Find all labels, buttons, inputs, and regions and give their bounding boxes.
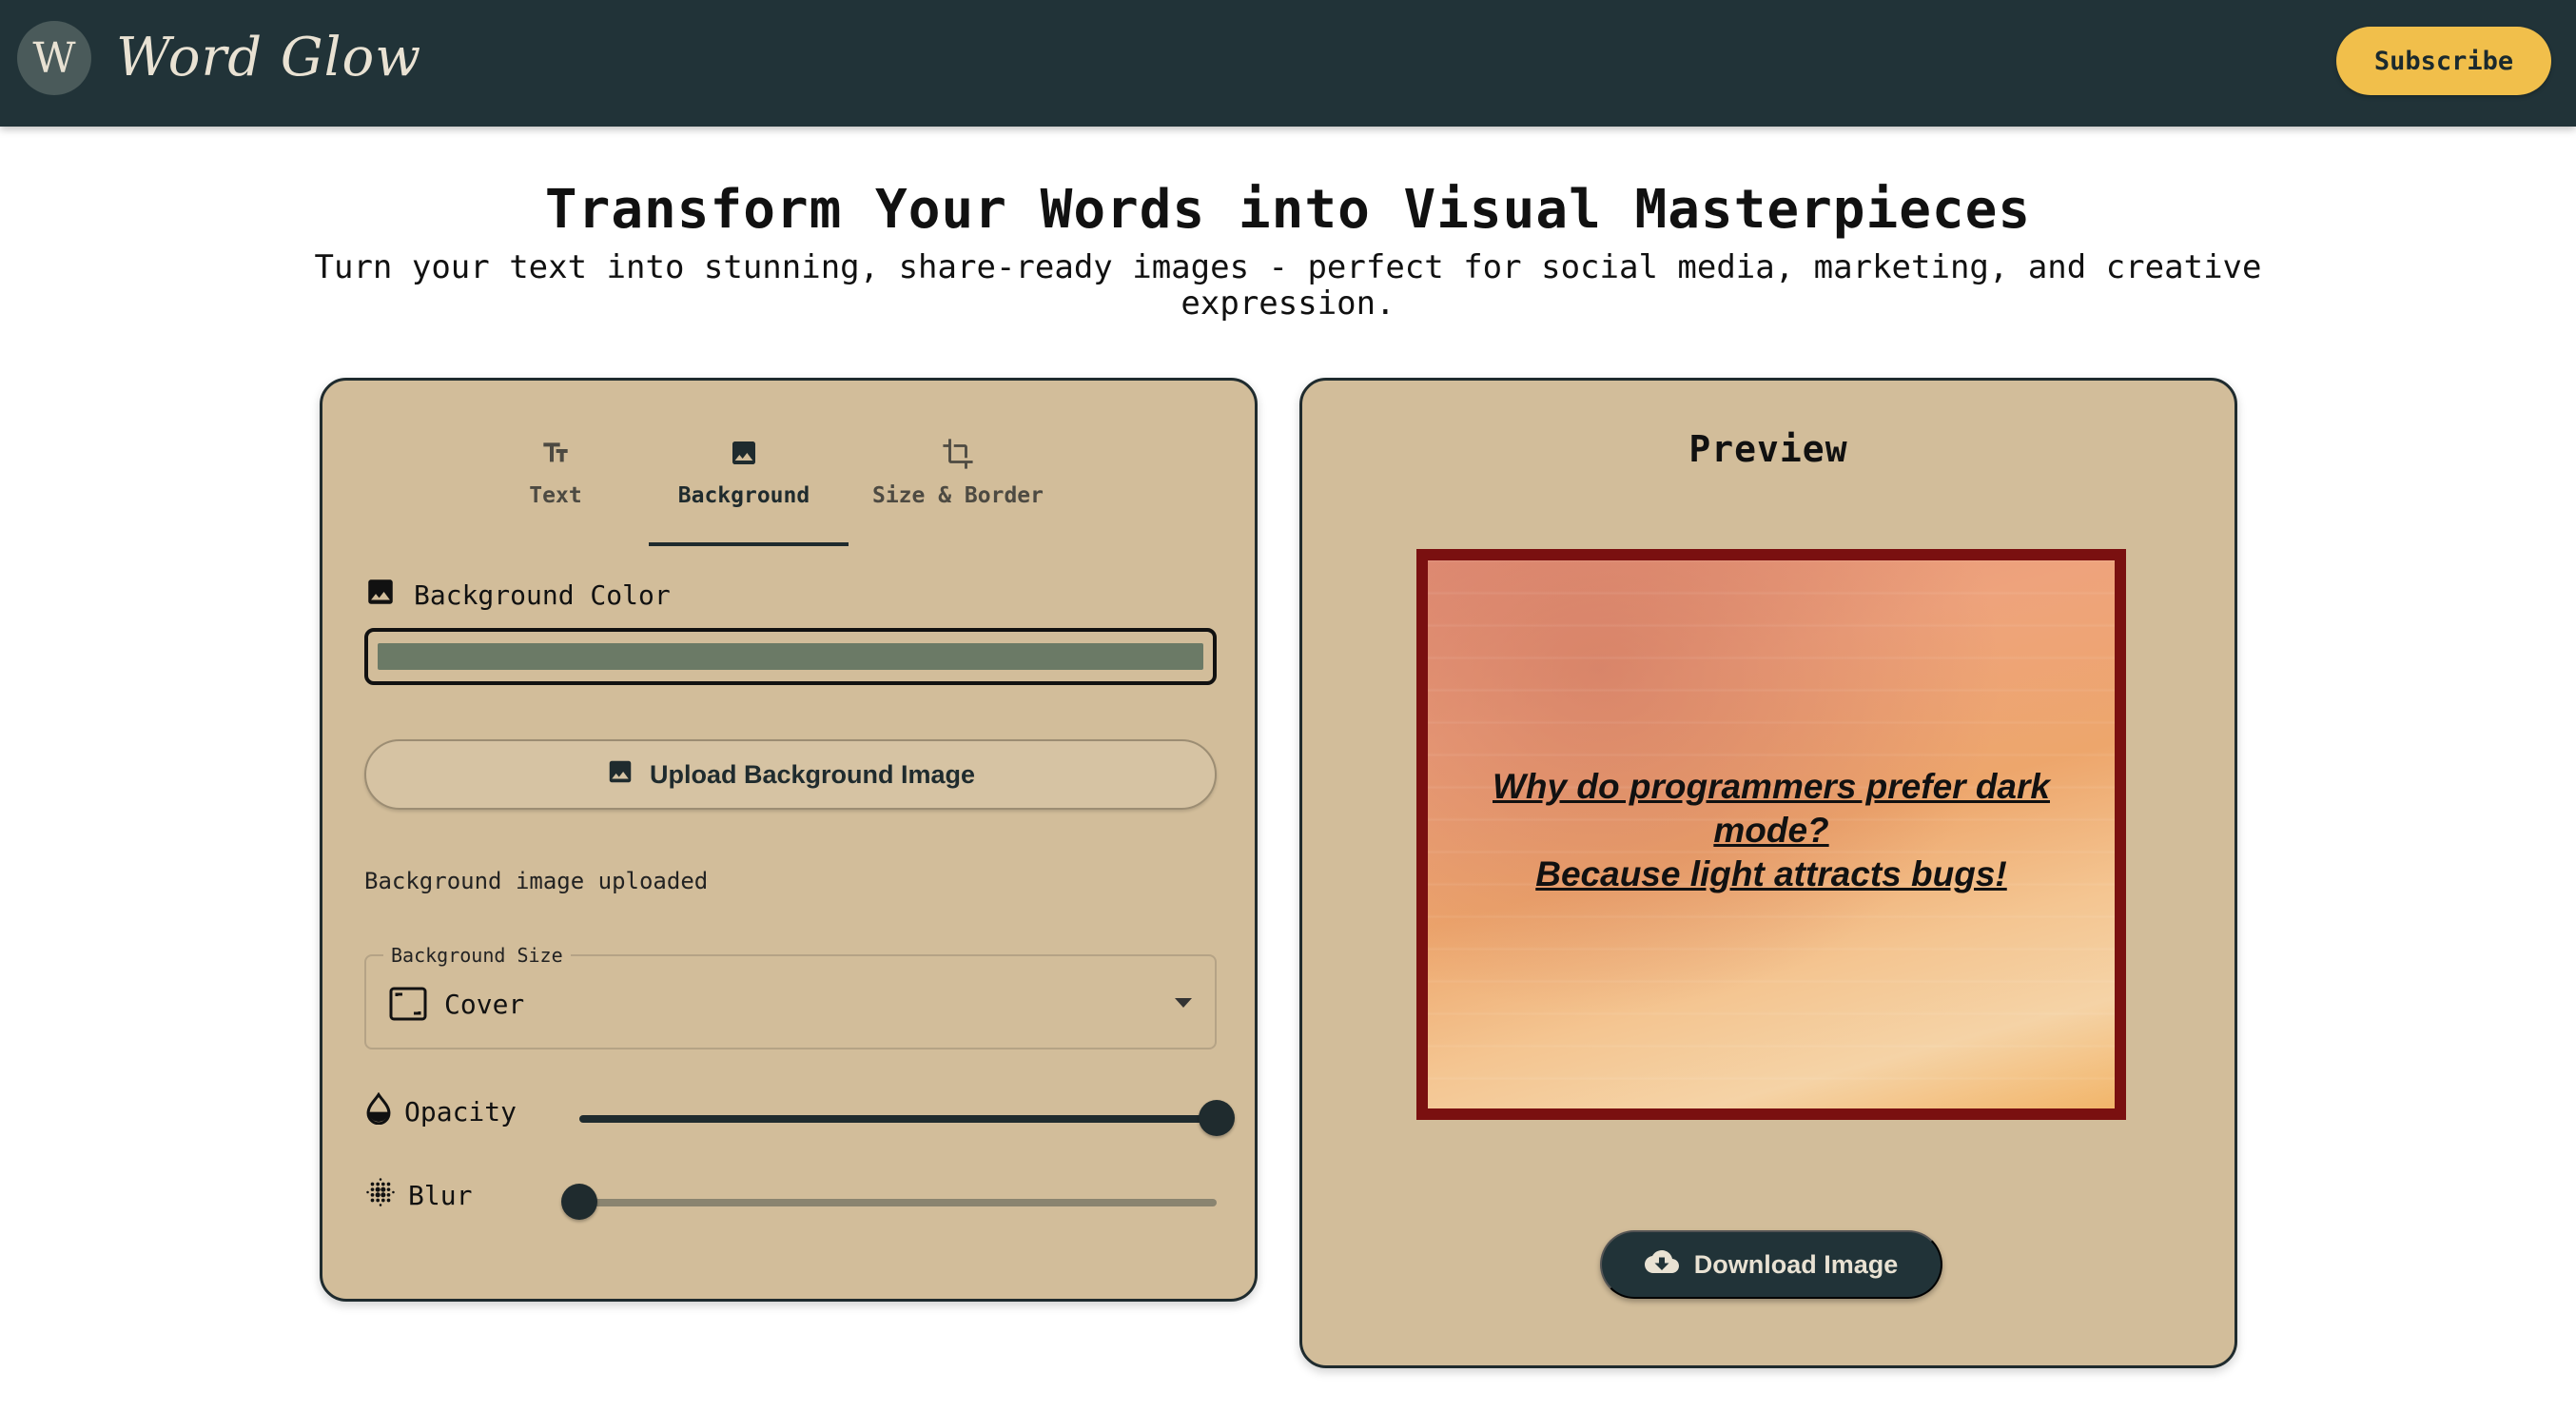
- tab-label: Background: [677, 483, 810, 508]
- upload-status-text: Background image uploaded: [364, 868, 709, 894]
- tab-size-border[interactable]: Size & Border: [853, 438, 1063, 508]
- page-subtitle: Turn your text into stunning, share-read…: [314, 248, 2262, 323]
- opacity-icon: [364, 1091, 393, 1131]
- download-image-button[interactable]: Download Image: [1600, 1230, 1942, 1299]
- preview-image: Why do programmers prefer dark mode? Bec…: [1416, 549, 2126, 1120]
- aspect-ratio-icon: [389, 987, 427, 1025]
- tab-label: Text: [529, 483, 582, 508]
- crop-icon: [853, 438, 1063, 480]
- page-title: Transform Your Words into Visual Masterp…: [544, 179, 2032, 241]
- tab-background[interactable]: Background: [649, 438, 839, 508]
- preview-panel: Preview Why do programmers prefer dark m…: [1299, 378, 2237, 1368]
- tab-label: Size & Border: [871, 483, 1044, 508]
- chevron-down-icon: [1175, 998, 1192, 1008]
- background-size-select[interactable]: Background Size Cover: [364, 944, 1217, 1049]
- select-legend: Background Size: [383, 944, 571, 967]
- image-icon: [606, 757, 634, 793]
- upload-background-image-button[interactable]: Upload Background Image: [364, 739, 1217, 810]
- select-value: Cover: [444, 989, 525, 1020]
- image-icon: [364, 576, 397, 615]
- preview-text-line: Why do programmers prefer dark mode?: [1493, 767, 2050, 850]
- button-label: Upload Background Image: [649, 759, 976, 789]
- opacity-label: Opacity: [364, 1091, 517, 1131]
- logo-avatar[interactable]: W: [17, 21, 91, 95]
- slider-fill: [579, 1115, 1217, 1123]
- cloud-download-icon: [1644, 1245, 1679, 1285]
- tab-text[interactable]: Text: [513, 438, 598, 508]
- preview-text-line: Because light attracts bugs!: [1535, 854, 2007, 893]
- slider-thumb[interactable]: [561, 1184, 597, 1220]
- background-color-picker[interactable]: [364, 628, 1217, 685]
- subscribe-button[interactable]: Subscribe: [2336, 27, 2551, 95]
- preview-text: Why do programmers prefer dark mode? Bec…: [1466, 765, 2077, 896]
- blur-icon: [364, 1176, 397, 1215]
- brand-name[interactable]: Word Glow: [116, 27, 421, 88]
- blur-label: Blur: [364, 1176, 472, 1215]
- blur-slider[interactable]: [561, 1184, 1217, 1220]
- active-tab-indicator: [649, 542, 849, 546]
- label-text: Opacity: [404, 1096, 517, 1128]
- slider-thumb[interactable]: [1199, 1100, 1235, 1136]
- editor-panel: Text Background Size & Border Background…: [320, 378, 1258, 1302]
- preview-title: Preview: [1688, 428, 1848, 470]
- button-label: Download Image: [1693, 1249, 1899, 1279]
- background-color-label: Background Color: [364, 576, 671, 615]
- text-fields-icon: [513, 438, 598, 480]
- top-app-bar: W Word Glow Subscribe: [0, 0, 2576, 127]
- color-swatch[interactable]: [378, 643, 1203, 670]
- label-text: Background Color: [414, 579, 671, 611]
- label-text: Blur: [408, 1180, 473, 1211]
- image-icon: [649, 438, 839, 480]
- opacity-slider[interactable]: [579, 1100, 1235, 1136]
- slider-track: [579, 1199, 1217, 1206]
